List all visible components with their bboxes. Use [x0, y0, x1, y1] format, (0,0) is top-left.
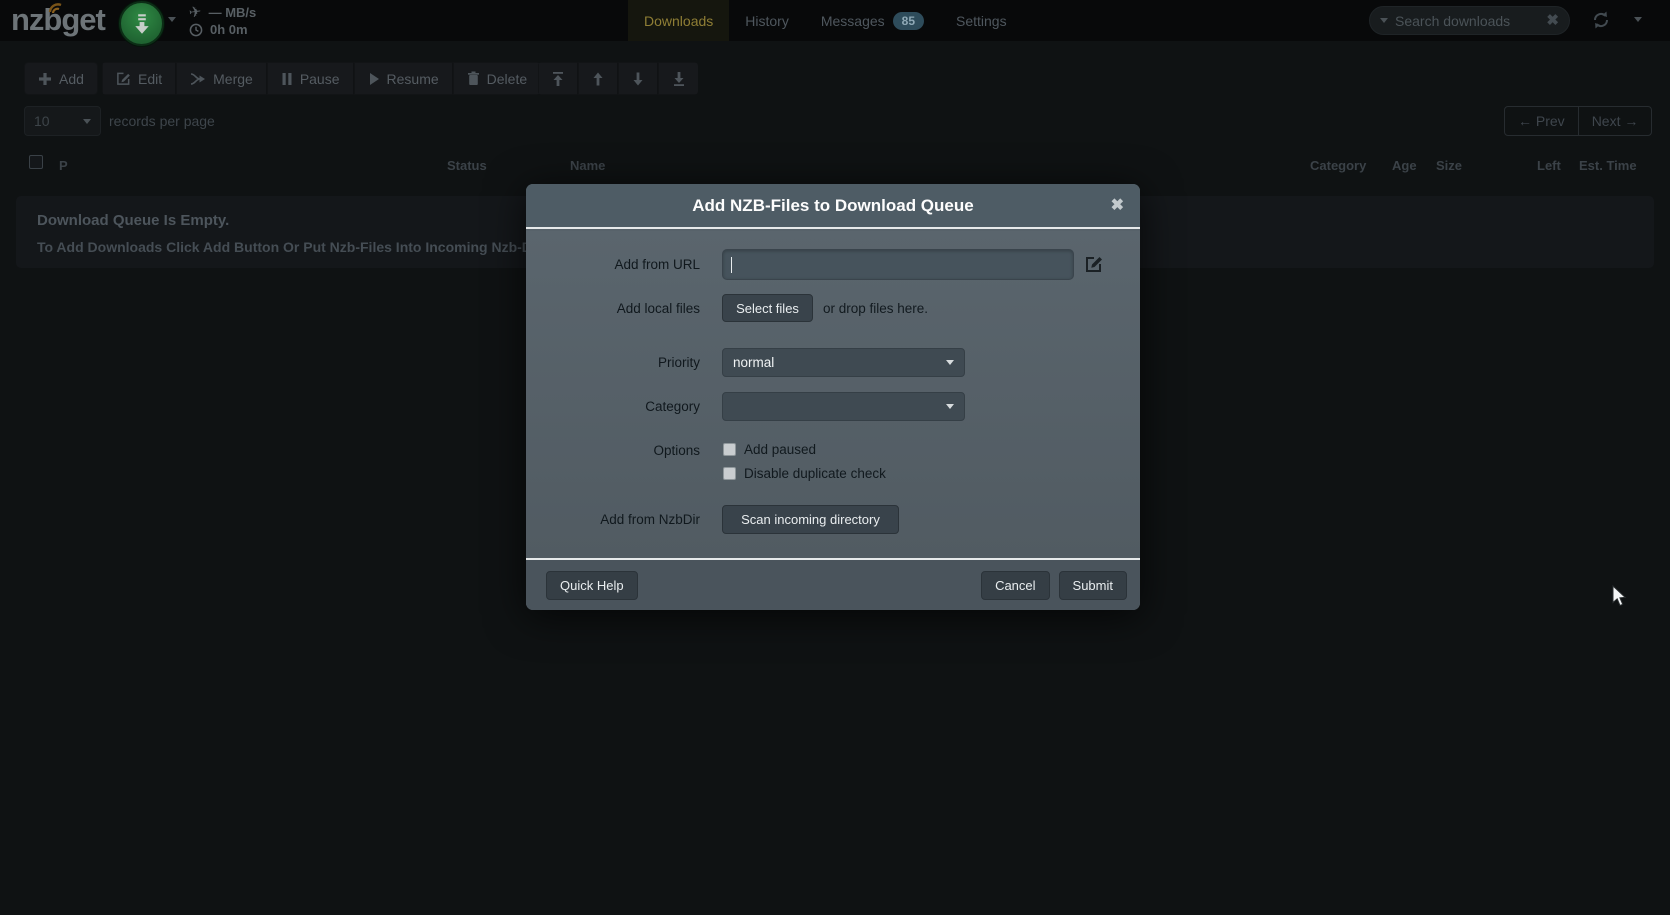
category-select[interactable]	[722, 392, 965, 421]
queue-toolbar: Add Edit Merge Pause	[0, 62, 1670, 95]
url-label: Add from URL	[528, 257, 700, 272]
arrow-top-icon	[551, 71, 565, 87]
download-speed: — MB/s	[209, 5, 257, 21]
messages-count-badge: 85	[893, 12, 924, 30]
queue-actions-group: Edit Merge Pause Resume	[102, 62, 540, 95]
modal-footer: Quick Help Cancel Submit	[526, 558, 1140, 610]
clock-icon	[189, 23, 203, 37]
play-icon	[368, 72, 380, 86]
prev-page-button[interactable]: ← Prev	[1505, 107, 1579, 135]
options-label: Options	[528, 443, 700, 458]
move-top-button[interactable]	[538, 62, 578, 95]
move-bottom-button[interactable]	[658, 62, 698, 95]
search-box[interactable]: ✖	[1369, 6, 1570, 35]
tab-settings[interactable]: Settings	[940, 0, 1023, 41]
col-est-time: Est. Time	[1579, 158, 1637, 173]
mouse-cursor	[1612, 585, 1627, 607]
merge-button[interactable]: Merge	[176, 62, 267, 95]
resume-button[interactable]: Resume	[354, 62, 453, 95]
nzbget-app: nzbget ✈ — MB/s 0h 0	[0, 0, 1670, 915]
disable-dupe-checkbox[interactable]	[723, 467, 736, 480]
download-menu-button[interactable]	[119, 1, 164, 46]
next-page-button[interactable]: Next →	[1579, 107, 1652, 135]
arrow-down-icon	[631, 71, 645, 87]
move-down-button[interactable]	[618, 62, 658, 95]
select-all-checkbox[interactable]	[29, 155, 43, 169]
refresh-icon[interactable]	[1590, 9, 1612, 31]
pause-button[interactable]: Pause	[267, 62, 354, 95]
queue-table-header: P Status Name Category Age Size Left Est…	[0, 150, 1670, 178]
arrow-up-icon	[591, 71, 605, 87]
submit-button[interactable]: Submit	[1059, 571, 1127, 600]
nzbdir-label: Add from NzbDir	[528, 512, 700, 527]
text-cursor	[731, 257, 732, 273]
arrow-bottom-icon	[672, 71, 686, 87]
add-paused-checkbox[interactable]	[723, 443, 736, 456]
delete-button[interactable]: Delete	[453, 62, 540, 95]
main-nav: Downloads History Messages 85 Settings	[628, 0, 1023, 41]
queue-move-group	[538, 62, 698, 95]
local-files-label: Add local files	[528, 301, 700, 316]
trash-icon	[467, 71, 480, 86]
col-left: Left	[1537, 158, 1561, 173]
col-category: Category	[1310, 158, 1366, 173]
edit-button[interactable]: Edit	[102, 62, 176, 95]
col-priority: P	[59, 158, 68, 173]
category-caret-icon	[946, 404, 954, 409]
top-navbar: nzbget ✈ — MB/s 0h 0	[0, 0, 1670, 41]
move-up-button[interactable]	[578, 62, 618, 95]
page-size-caret-icon	[83, 119, 91, 124]
merge-icon	[190, 72, 206, 86]
search-clear-icon[interactable]: ✖	[1546, 13, 1559, 28]
disable-dupe-label: Disable duplicate check	[744, 466, 886, 481]
navbar-dropdown-caret-icon[interactable]	[1634, 17, 1642, 22]
tab-messages[interactable]: Messages 85	[805, 0, 940, 41]
pager: ← Prev Next →	[1504, 106, 1652, 136]
col-status: Status	[447, 158, 487, 173]
priority-select[interactable]: normal	[722, 348, 965, 377]
paste-edit-icon[interactable]	[1084, 254, 1104, 274]
download-arrow-icon	[129, 11, 155, 37]
tab-history[interactable]: History	[729, 0, 805, 41]
time-remaining: 0h 0m	[210, 22, 248, 38]
priority-label: Priority	[528, 355, 700, 370]
pause-icon	[281, 72, 293, 86]
col-age: Age	[1392, 158, 1417, 173]
priority-caret-icon	[946, 360, 954, 365]
cancel-button[interactable]: Cancel	[981, 571, 1049, 600]
add-paused-label: Add paused	[744, 442, 816, 457]
status-block: ✈ — MB/s 0h 0m	[189, 4, 256, 38]
quick-help-button[interactable]: Quick Help	[546, 571, 638, 600]
drop-files-hint: or drop files here.	[823, 301, 928, 316]
modal-close-icon[interactable]: ✖	[1111, 195, 1124, 215]
logo-dropdown-caret-icon[interactable]	[168, 17, 176, 22]
col-size: Size	[1436, 158, 1462, 173]
category-label: Category	[528, 399, 700, 414]
plus-icon	[38, 72, 52, 86]
page-size-select[interactable]: 10	[24, 106, 101, 136]
speed-plane-icon: ✈	[188, 4, 203, 22]
tab-downloads[interactable]: Downloads	[628, 0, 729, 41]
search-input[interactable]	[1395, 13, 1546, 29]
modal-header: Add NZB-Files to Download Queue ✖	[526, 184, 1140, 229]
scan-directory-button[interactable]: Scan incoming directory	[722, 505, 899, 534]
edit-icon	[116, 71, 131, 86]
select-files-button[interactable]: Select files	[722, 294, 813, 322]
col-name: Name	[570, 158, 605, 173]
add-button[interactable]: Add	[24, 62, 98, 95]
modal-body: Add from URL Add local files Select file…	[526, 231, 1140, 558]
logo-signal-icon	[47, 1, 67, 15]
modal-title: Add NZB-Files to Download Queue	[526, 184, 1140, 227]
url-input[interactable]	[722, 249, 1074, 280]
add-nzb-modal: Add NZB-Files to Download Queue ✖ Add fr…	[526, 184, 1140, 610]
search-options-caret-icon[interactable]	[1380, 18, 1388, 23]
records-per-page-label: records per page	[109, 113, 215, 129]
